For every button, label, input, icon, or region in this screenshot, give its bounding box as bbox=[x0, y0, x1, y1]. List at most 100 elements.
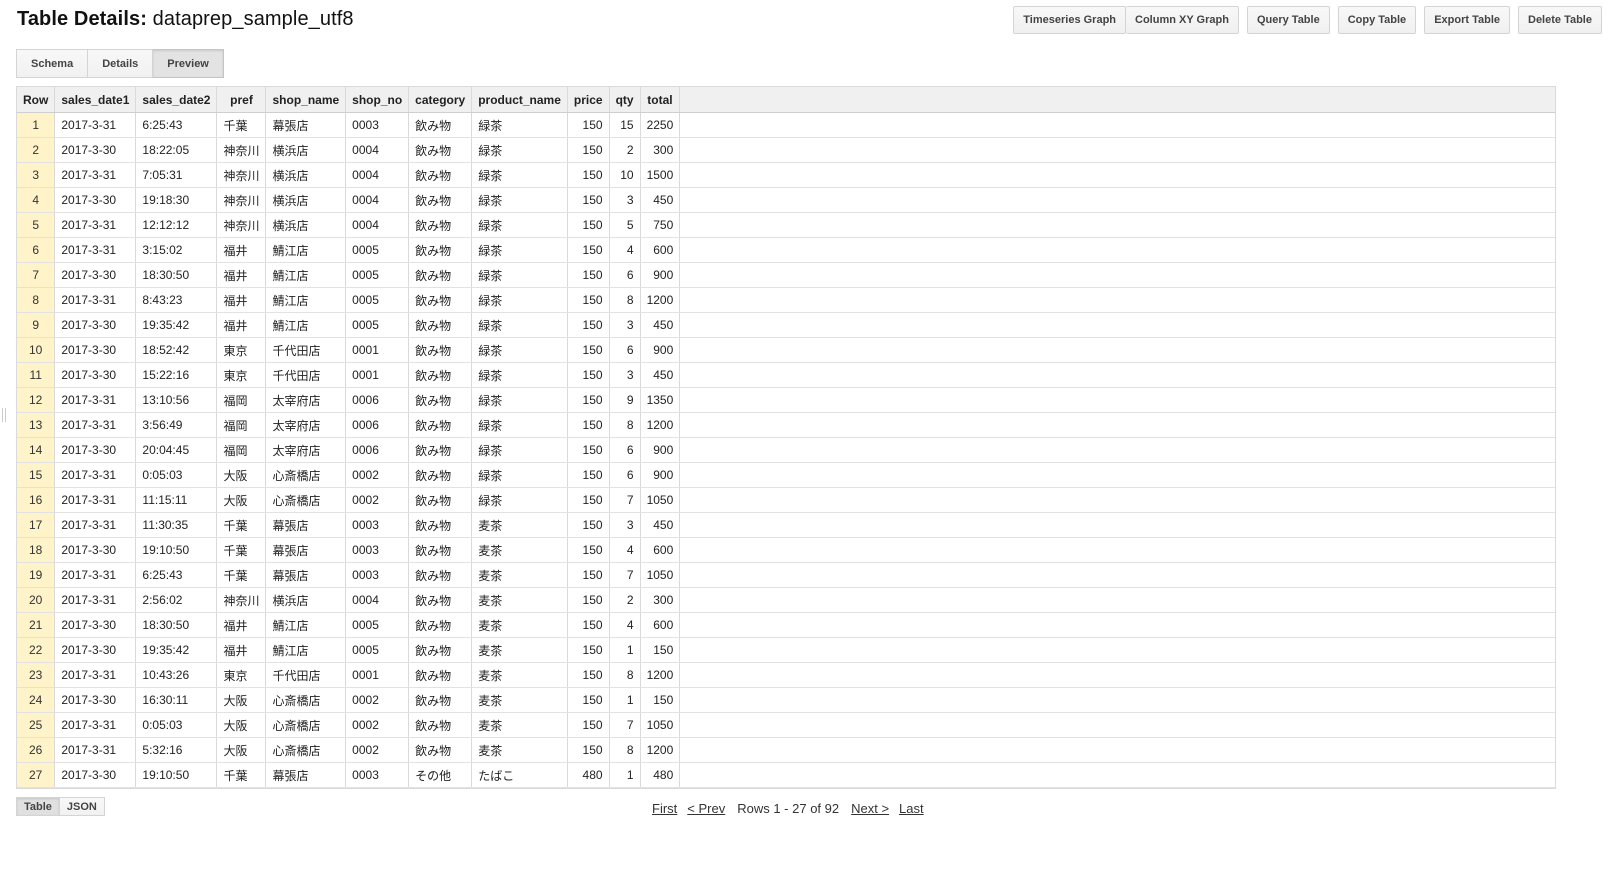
table-cell: 13:10:56 bbox=[135, 387, 218, 413]
details-tabs: Schema Details Preview bbox=[16, 49, 224, 78]
table-cell: 3 bbox=[609, 312, 641, 338]
json-view-button[interactable]: JSON bbox=[59, 797, 105, 816]
row-filler bbox=[679, 212, 1555, 238]
row-filler bbox=[679, 137, 1555, 163]
tab-details[interactable]: Details bbox=[88, 49, 154, 78]
table-cell: 2017-3-31 bbox=[54, 662, 137, 688]
resize-handle[interactable] bbox=[2, 408, 6, 422]
column-header-shop-no: shop_no bbox=[345, 87, 410, 113]
table-cell: 900 bbox=[640, 262, 681, 288]
row-number-cell: 24 bbox=[17, 687, 56, 713]
last-page-link[interactable]: Last bbox=[899, 801, 924, 816]
table-cell: 150 bbox=[567, 112, 610, 138]
table-cell: 飲み物 bbox=[408, 287, 473, 313]
delete-table-button[interactable]: Delete Table bbox=[1518, 6, 1602, 34]
table-cell: 幕張店 bbox=[265, 762, 347, 788]
copy-table-button[interactable]: Copy Table bbox=[1337, 6, 1417, 34]
table-cell: 150 bbox=[567, 212, 610, 238]
table-cell: 4 bbox=[609, 612, 641, 638]
table-cell: 福井 bbox=[216, 287, 267, 313]
table-cell: 2017-3-30 bbox=[54, 187, 137, 213]
table-cell: 緑茶 bbox=[471, 487, 568, 513]
table-cell: 千葉 bbox=[216, 112, 267, 138]
table-cell: 太宰府店 bbox=[265, 437, 347, 463]
row-number-cell: 1 bbox=[17, 112, 56, 138]
table-cell: 150 bbox=[567, 312, 610, 338]
table-cell: 6:25:43 bbox=[135, 112, 218, 138]
table-cell: 600 bbox=[640, 612, 681, 638]
table-cell: 0005 bbox=[345, 637, 410, 663]
table-cell: 2017-3-30 bbox=[54, 137, 137, 163]
table-cell: 1050 bbox=[640, 562, 681, 588]
table-cell: 2017-3-30 bbox=[54, 312, 137, 338]
table-cell: 6 bbox=[609, 437, 641, 463]
query-table-button[interactable]: Query Table bbox=[1246, 6, 1330, 34]
table-cell: 150 bbox=[567, 712, 610, 738]
row-number-cell: 20 bbox=[17, 587, 56, 613]
table-cell: 2017-3-30 bbox=[54, 637, 137, 663]
table-cell: 心斎橋店 bbox=[265, 737, 347, 763]
table-cell: 2017-3-31 bbox=[54, 162, 137, 188]
table-cell: 飲み物 bbox=[408, 587, 473, 613]
table-cell: 緑茶 bbox=[471, 212, 568, 238]
table-cell: 150 bbox=[567, 262, 610, 288]
row-number-cell: 19 bbox=[17, 562, 56, 588]
row-filler bbox=[679, 112, 1555, 138]
table-cell: 1 bbox=[609, 687, 641, 713]
export-button-group: Export Table bbox=[1424, 6, 1510, 34]
tab-schema[interactable]: Schema bbox=[16, 49, 89, 78]
table-cell: 2017-3-30 bbox=[54, 337, 137, 363]
table-cell: 3:56:49 bbox=[135, 412, 218, 438]
table-cell: 15:22:16 bbox=[135, 362, 218, 388]
prev-page-link[interactable]: < Prev bbox=[687, 801, 725, 816]
table-cell: 福岡 bbox=[216, 387, 267, 413]
table-cell: 神奈川 bbox=[216, 162, 267, 188]
row-number-cell: 26 bbox=[17, 737, 56, 763]
table-cell: 鯖江店 bbox=[265, 637, 347, 663]
table-cell: 150 bbox=[567, 662, 610, 688]
bigquery-table-details-page: Table Details: dataprep_sample_utf8 Time… bbox=[0, 0, 1620, 875]
timeseries-graph-button[interactable]: Timeseries Graph bbox=[1013, 6, 1127, 34]
next-page-link[interactable]: Next > bbox=[851, 801, 889, 816]
table-row: 20 2017-3-31 2:56:02 神奈川 横浜店 0004 飲み物 麦茶 150 2 300 bbox=[17, 587, 1555, 613]
table-cell: 飲み物 bbox=[408, 437, 473, 463]
table-row: 27 2017-3-30 19:10:50 千葉 幕張店 0003 その他 たばこ 480 1 48… bbox=[17, 762, 1555, 788]
table-cell: 150 bbox=[567, 512, 610, 538]
table-cell: 0003 bbox=[345, 112, 410, 138]
table-cell: 飲み物 bbox=[408, 537, 473, 563]
export-table-button[interactable]: Export Table bbox=[1424, 6, 1510, 34]
table-cell: 150 bbox=[567, 587, 610, 613]
table-cell: 150 bbox=[567, 437, 610, 463]
pagination: First < Prev Rows 1 - 27 of 92 Next > La… bbox=[652, 801, 924, 816]
table-name: dataprep_sample_utf8 bbox=[152, 8, 354, 30]
table-cell: 大阪 bbox=[216, 462, 267, 488]
tab-preview[interactable]: Preview bbox=[153, 49, 224, 78]
column-header-total: total bbox=[640, 87, 681, 113]
table-cell: その他 bbox=[408, 762, 473, 788]
table-cell: 0003 bbox=[345, 537, 410, 563]
row-filler bbox=[679, 337, 1555, 363]
table-cell: 150 bbox=[567, 187, 610, 213]
table-cell: 鯖江店 bbox=[265, 262, 347, 288]
table-row: 14 2017-3-30 20:04:45 福岡 太宰府店 0006 飲み物 緑茶 150 6 90… bbox=[17, 437, 1555, 463]
table-cell: 5 bbox=[609, 212, 641, 238]
table-cell: 1200 bbox=[640, 287, 681, 313]
table-cell: 300 bbox=[640, 587, 681, 613]
table-row: 24 2017-3-30 16:30:11 大阪 心斎橋店 0002 飲み物 麦茶 150 1 15… bbox=[17, 687, 1555, 713]
table-cell: 緑茶 bbox=[471, 112, 568, 138]
table-cell: 0005 bbox=[345, 312, 410, 338]
first-page-link[interactable]: First bbox=[652, 801, 677, 816]
table-cell: 2017-3-31 bbox=[54, 212, 137, 238]
graph-button-group: Timeseries Graph Column XY Graph bbox=[1013, 6, 1239, 34]
row-number-cell: 3 bbox=[17, 162, 56, 188]
row-number-cell: 21 bbox=[17, 612, 56, 638]
table-cell: 19:10:50 bbox=[135, 762, 218, 788]
table-cell: 幕張店 bbox=[265, 112, 347, 138]
table-cell: 2:56:02 bbox=[135, 587, 218, 613]
table-cell: 千葉 bbox=[216, 512, 267, 538]
table-cell: 神奈川 bbox=[216, 137, 267, 163]
table-cell: 7 bbox=[609, 487, 641, 513]
table-view-button[interactable]: Table bbox=[16, 797, 60, 816]
column-xy-graph-button[interactable]: Column XY Graph bbox=[1126, 6, 1239, 34]
table-cell: 3 bbox=[609, 512, 641, 538]
